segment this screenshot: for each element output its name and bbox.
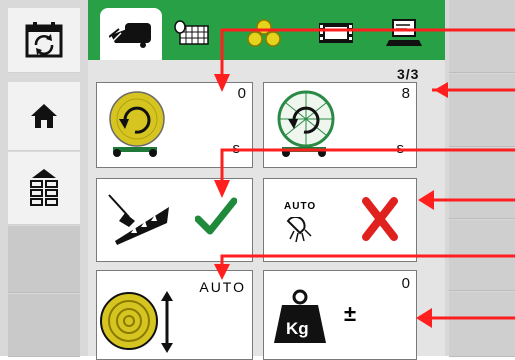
tab-baler[interactable] — [100, 8, 162, 60]
rotation-left-value: 0 — [237, 85, 246, 102]
main-panel: 3/3 0 s 8 s AUTO AUTO 0 Kg ± — [88, 0, 445, 360]
right-softkey-2[interactable] — [449, 74, 515, 147]
knife-brush-icon — [107, 193, 173, 249]
tab-net-wrap[interactable] — [168, 10, 216, 56]
laptop-icon — [385, 18, 423, 48]
bale-diameter-label: AUTO — [199, 279, 246, 295]
home-icon — [30, 103, 58, 129]
left-blank-button-1 — [8, 226, 80, 293]
right-softkey-5[interactable] — [449, 292, 515, 357]
right-softkey-3[interactable] — [449, 148, 515, 219]
rotation-right-tile[interactable]: 8 s — [263, 82, 417, 168]
weight-tile[interactable]: 0 Kg ± — [263, 270, 417, 360]
bale-diameter-icon — [99, 287, 179, 353]
rotation-coil-icon — [103, 89, 173, 161]
bales-stack-icon — [244, 18, 284, 48]
menu-home-button[interactable] — [8, 152, 80, 225]
tab-bales[interactable] — [240, 10, 288, 56]
net-coil-icon — [272, 89, 342, 161]
tab-film[interactable] — [312, 10, 360, 56]
reset-cycle-button[interactable] — [8, 8, 80, 73]
rotation-right-value: 8 — [401, 85, 410, 102]
tab-terminal[interactable] — [380, 10, 428, 56]
work-light-icon — [284, 217, 312, 243]
weight-unit-label: Kg — [286, 319, 309, 338]
calendar-refresh-icon — [24, 20, 64, 60]
auto-light-tile[interactable]: AUTO — [263, 178, 417, 262]
tab-bar — [88, 0, 445, 60]
right-softkey-1[interactable] — [449, 0, 515, 73]
left-blank-button-2 — [8, 294, 80, 357]
knife-tile[interactable] — [96, 178, 253, 262]
rotation-left-unit: s — [232, 140, 241, 157]
page-indicator: 3/3 — [397, 66, 420, 82]
right-sidebar — [445, 0, 515, 357]
film-icon — [317, 19, 355, 47]
rotation-right-unit: s — [396, 140, 405, 157]
home-button[interactable] — [8, 82, 80, 151]
right-softkey-4[interactable] — [449, 220, 515, 291]
weight-value: 0 — [401, 275, 410, 292]
left-sidebar — [0, 0, 88, 357]
net-roll-icon — [172, 18, 212, 48]
tare-symbol[interactable]: ± — [344, 301, 356, 327]
auto-light-label: AUTO — [284, 201, 317, 212]
grid-home-icon — [28, 168, 60, 208]
cross-icon — [360, 197, 400, 241]
bale-diameter-tile[interactable]: AUTO — [96, 270, 253, 360]
check-icon — [195, 197, 237, 237]
rotation-left-tile[interactable]: 0 s — [96, 82, 253, 168]
baler-icon — [109, 19, 153, 49]
